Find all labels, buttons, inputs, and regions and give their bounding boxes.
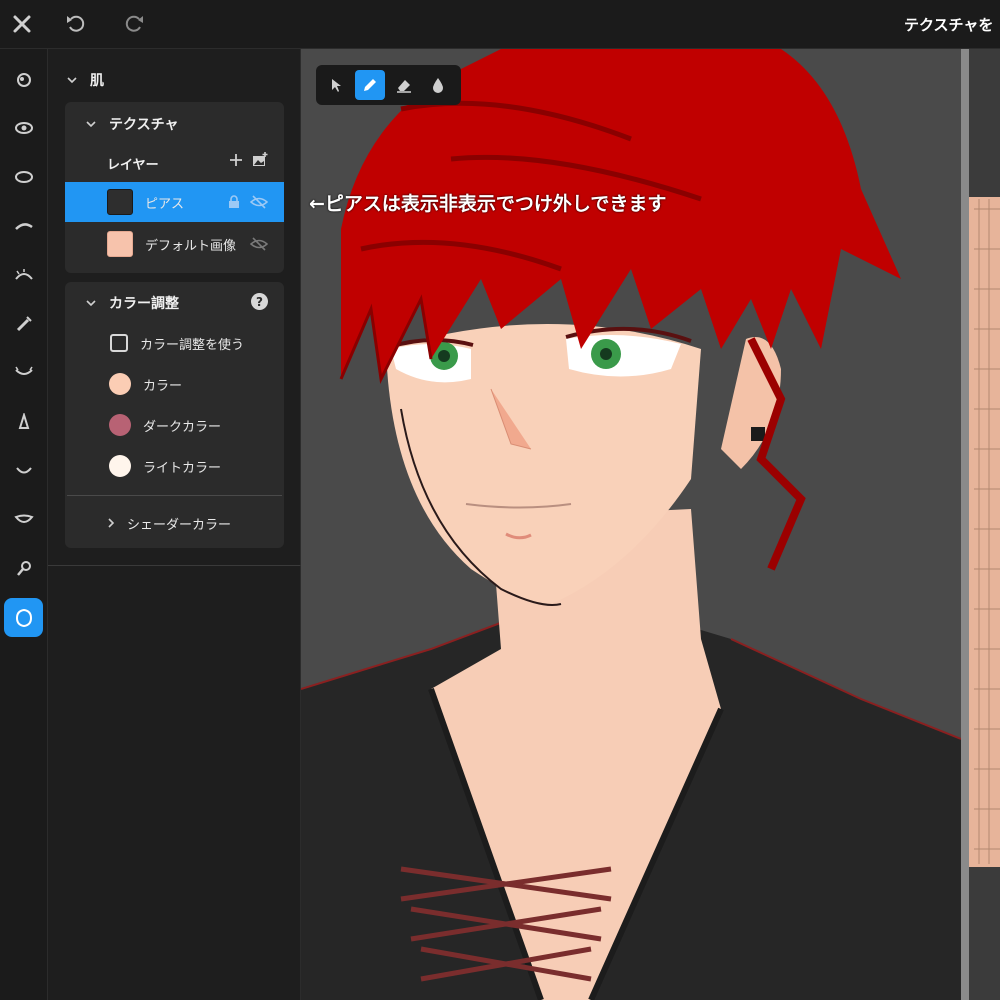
section-title: 肌: [90, 73, 104, 89]
sidebar-item-nose[interactable]: [4, 402, 43, 441]
add-image-button[interactable]: [251, 151, 269, 169]
piercing-earring: [751, 427, 765, 441]
redo-button[interactable]: [120, 10, 148, 38]
skin-icon: [15, 608, 32, 627]
settings-panel-empty: [48, 566, 301, 1000]
close-button[interactable]: [8, 10, 36, 38]
texture-preview-pane: [969, 49, 1000, 1000]
category-sidebar: [0, 49, 48, 1000]
dark-color-label: ダークカラー: [143, 419, 222, 435]
lower-lash-icon: [14, 366, 33, 375]
color-adjust-header[interactable]: カラー調整: [85, 293, 179, 313]
layer-name: ピアス: [145, 196, 185, 212]
add-layer-button[interactable]: [227, 151, 245, 169]
mouth-icon: [15, 466, 32, 473]
dark-color-swatch[interactable]: [109, 414, 131, 436]
fill-tool-button[interactable]: [423, 70, 453, 100]
page-title: テクスチャを: [904, 16, 994, 34]
divider: [67, 495, 282, 496]
eyebrow-icon: [14, 222, 33, 230]
texture-header[interactable]: テクスチャ: [85, 114, 178, 134]
add-image-icon: [253, 152, 268, 166]
visibility-hidden-icon[interactable]: [250, 195, 268, 209]
shader-color-label: シェーダーカラー: [127, 517, 232, 533]
ear-icon: [16, 560, 31, 576]
color-swatch[interactable]: [109, 373, 131, 395]
sidebar-item-eyelash[interactable]: [4, 255, 43, 294]
drawing-toolbar: [316, 65, 461, 105]
texture-map-preview: [969, 197, 1000, 867]
use-color-adjust-checkbox-row[interactable]: カラー調整を使う: [65, 323, 284, 363]
plus-icon: [230, 154, 242, 166]
pen-icon: [364, 79, 376, 91]
sidebar-item-eye[interactable]: [4, 108, 43, 147]
sidebar-item-skin[interactable]: [4, 598, 43, 637]
eyeliner-icon: [16, 315, 32, 331]
layer-row-default-image[interactable]: デフォルト画像: [65, 224, 284, 264]
top-bar: テクスチャを: [0, 0, 1000, 49]
sidebar-item-ear[interactable]: [4, 549, 43, 588]
pen-tool-button[interactable]: [355, 70, 385, 100]
layer-thumbnail: [107, 189, 133, 215]
help-button[interactable]: ?: [251, 293, 268, 310]
eyelash-icon: [14, 268, 33, 280]
layers-label: レイヤー: [107, 158, 159, 173]
fill-drop-icon: [433, 78, 443, 93]
layer-name: デフォルト画像: [145, 238, 237, 254]
sidebar-item-mouth[interactable]: [4, 451, 43, 490]
color-adjust-title: カラー調整: [109, 296, 179, 312]
lock-icon[interactable]: [227, 195, 241, 209]
close-icon: [13, 15, 31, 33]
undo-button[interactable]: [62, 10, 90, 38]
use-color-adjust-label: カラー調整を使う: [140, 337, 245, 353]
teeth-icon: [13, 514, 34, 523]
sidebar-item-lower-lash[interactable]: [4, 353, 43, 392]
texture-card: テクスチャ レイヤー ピアス デフォルト画像: [65, 102, 284, 273]
sidebar-item-face[interactable]: [4, 60, 43, 99]
sidebar-item-eye-white[interactable]: [4, 157, 43, 196]
chevron-down-icon: [67, 77, 77, 84]
nose-icon: [18, 412, 29, 429]
eye-icon: [14, 121, 33, 134]
chevron-down-icon: [86, 300, 96, 307]
help-icon: ?: [256, 294, 263, 309]
face-icon: [16, 72, 31, 87]
layer-row-piercing[interactable]: ピアス: [65, 182, 284, 222]
light-color-label: ライトカラー: [143, 460, 222, 476]
redo-icon: [125, 15, 143, 32]
dark-color-row[interactable]: ダークカラー: [65, 405, 284, 445]
shader-color-row[interactable]: シェーダーカラー: [65, 503, 284, 543]
chevron-down-icon: [86, 121, 96, 128]
eraser-icon: [397, 80, 411, 93]
chevron-right-icon: [108, 518, 115, 528]
select-tool-button[interactable]: [321, 70, 351, 100]
color-row[interactable]: カラー: [65, 364, 284, 404]
sidebar-item-teeth[interactable]: [4, 500, 43, 539]
layer-thumbnail: [107, 231, 133, 257]
texture-title: テクスチャ: [109, 117, 179, 133]
sidebar-item-eyeliner[interactable]: [4, 304, 43, 343]
light-color-row[interactable]: ライトカラー: [65, 446, 284, 486]
sidebar-item-eyebrow[interactable]: [4, 206, 43, 245]
annotation-text: ←ピアスは表示非表示でつけ外しできます: [309, 193, 667, 215]
light-color-swatch[interactable]: [109, 455, 131, 477]
viewport-scrollbar[interactable]: [961, 49, 969, 1000]
eye-white-icon: [14, 170, 33, 183]
use-color-adjust-checkbox[interactable]: [110, 334, 128, 352]
visibility-hidden-icon[interactable]: [250, 237, 268, 251]
select-arrow-icon: [332, 79, 341, 92]
undo-icon: [67, 15, 85, 32]
eraser-tool-button[interactable]: [389, 70, 419, 100]
color-label: カラー: [143, 378, 183, 394]
color-adjust-card: カラー調整 ? カラー調整を使う カラー ダークカラー ライトカラー シェーダー…: [65, 282, 284, 548]
section-skin-header[interactable]: 肌: [66, 70, 104, 90]
